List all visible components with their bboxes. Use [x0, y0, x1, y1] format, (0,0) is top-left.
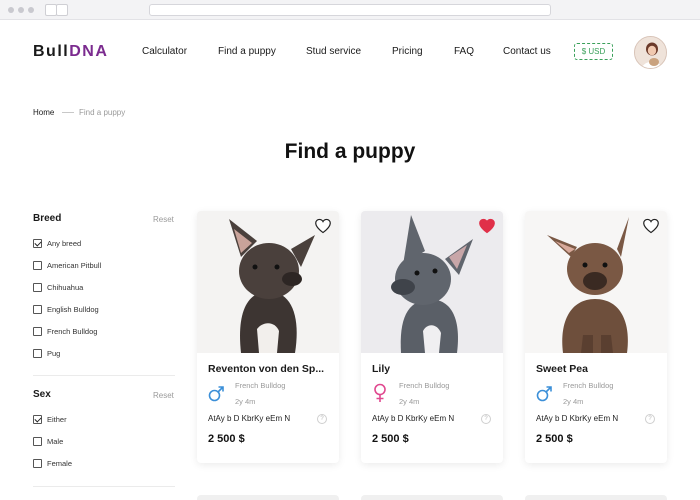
address-bar[interactable] — [149, 4, 551, 16]
puppy-name[interactable]: Reventon von den Sp... — [208, 363, 330, 375]
puppy-price: 2 500 $ — [536, 433, 573, 445]
browser-toolbar — [0, 0, 700, 20]
sex-filter-title: Sex — [33, 389, 51, 400]
puppy-card[interactable] — [361, 495, 503, 500]
option-label: Chihuahua — [47, 283, 84, 292]
nav-calculator[interactable]: Calculator — [142, 46, 187, 57]
checkbox[interactable] — [33, 459, 42, 468]
nav-find-a-puppy[interactable]: Find a puppy — [218, 46, 276, 57]
window-dot-icon[interactable] — [8, 7, 14, 13]
option-label: Pug — [47, 349, 61, 358]
puppy-genotype: AtAy b D KbrKy eEm N — [372, 414, 455, 423]
favorite-heart-icon[interactable] — [642, 218, 660, 234]
checkbox[interactable] — [33, 305, 42, 314]
breadcrumb-home[interactable]: Home — [33, 108, 54, 117]
checkbox[interactable] — [33, 261, 42, 270]
genotype-help-icon[interactable]: ? — [645, 414, 655, 424]
currency-selector[interactable]: $ USD — [574, 43, 613, 60]
puppy-card[interactable]: Lily French Bulldog 2y 4m AtAy b D KbrKy… — [361, 211, 503, 463]
option-label: French Bulldog — [47, 327, 98, 336]
genotype-help-icon[interactable]: ? — [317, 414, 327, 424]
puppy-genotype: AtAy b D KbrKy eEm N — [536, 414, 619, 423]
nav-faq[interactable]: FAQ — [454, 46, 474, 57]
puppy-age: 2y 4m — [399, 397, 420, 406]
puppy-card[interactable]: Sweet Pea French Bulldog 2y 4m AtAy b D … — [525, 211, 667, 463]
option-label: Any breed — [47, 239, 82, 248]
window-dot-icon[interactable] — [28, 7, 34, 13]
puppy-breed: French Bulldog — [563, 381, 614, 390]
puppy-breed: French Bulldog — [235, 381, 286, 390]
option-label: Male — [47, 437, 64, 446]
checkbox[interactable] — [33, 239, 42, 248]
logo-main-text: Bull — [33, 43, 70, 60]
option-label: Female — [47, 459, 73, 468]
puppy-age: 2y 4m — [235, 397, 256, 406]
window-dot-icon[interactable] — [18, 7, 24, 13]
puppy-name[interactable]: Sweet Pea — [536, 363, 658, 375]
avatar-image — [635, 37, 666, 68]
puppy-price: 2 500 $ — [372, 433, 409, 445]
puppy-card[interactable] — [525, 495, 667, 500]
checkbox[interactable] — [33, 437, 42, 446]
option-label: English Bulldog — [47, 305, 99, 314]
option-label: Either — [47, 415, 67, 424]
logo[interactable]: BullDNA — [33, 43, 108, 61]
breadcrumb-separator — [62, 112, 74, 113]
favorite-heart-icon[interactable] — [314, 218, 332, 234]
logo-accent-text: DNA — [69, 43, 109, 60]
option-label: American Pitbull — [47, 261, 102, 270]
breed-filter-title: Breed — [33, 213, 62, 224]
puppy-card[interactable]: Reventon von den Sp... French Bulldog 2y… — [197, 211, 339, 463]
breed-reset-link[interactable]: Reset — [153, 215, 174, 224]
checkbox[interactable] — [33, 349, 42, 358]
puppy-card[interactable] — [197, 495, 339, 500]
puppy-genotype: AtAy b D KbrKy eEm N — [208, 414, 291, 423]
nav-pricing[interactable]: Pricing — [392, 46, 423, 57]
checkbox[interactable] — [33, 415, 42, 424]
favorite-heart-icon[interactable] — [478, 218, 496, 234]
nav-contact-us[interactable]: Contact us — [503, 46, 551, 57]
puppy-price: 2 500 $ — [208, 433, 245, 445]
breadcrumb-current: Find a puppy — [79, 108, 126, 117]
puppy-age: 2y 4m — [563, 397, 584, 406]
page-title: Find a puppy — [284, 140, 416, 163]
puppy-name[interactable]: Lily — [372, 363, 494, 375]
forward-button[interactable] — [56, 4, 68, 16]
genotype-help-icon[interactable]: ? — [481, 414, 491, 424]
user-avatar[interactable] — [634, 36, 667, 69]
checkbox[interactable] — [33, 283, 42, 292]
nav-stud-service[interactable]: Stud service — [306, 46, 361, 57]
female-icon — [374, 383, 386, 402]
male-icon — [208, 386, 224, 402]
filter-divider — [33, 486, 175, 487]
puppy-breed: French Bulldog — [399, 381, 450, 390]
sex-reset-link[interactable]: Reset — [153, 391, 174, 400]
male-icon — [536, 386, 552, 402]
checkbox[interactable] — [33, 327, 42, 336]
filter-divider — [33, 375, 175, 376]
